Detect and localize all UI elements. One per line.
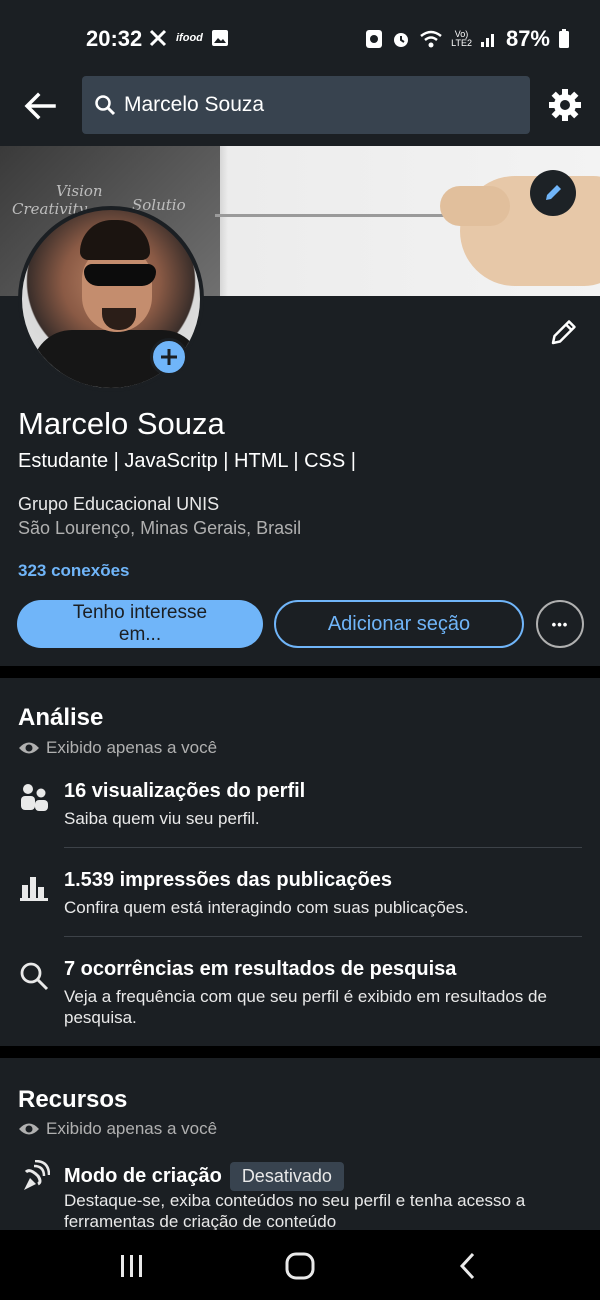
- private-text: Exibido apenas a você: [46, 738, 218, 757]
- profile-company[interactable]: Grupo Educacional UNIS: [18, 494, 219, 515]
- resources-private-label: Exibido apenas a você: [18, 1119, 217, 1139]
- tools-icon: [149, 29, 167, 47]
- battery-percent: 87%: [505, 26, 550, 51]
- search-icon: [20, 962, 49, 991]
- item-subtitle: Destaque-se, exiba conteúdos no seu perf…: [64, 1191, 526, 1230]
- open-to-label-line2: em...: [118, 624, 162, 645]
- item-title: 7 ocorrências em resultados de pesquisa: [64, 958, 457, 980]
- profile-headline: Estudante | JavaScritp | HTML | CSS |: [18, 450, 356, 472]
- pencil-icon: [546, 185, 561, 200]
- section-divider: [0, 666, 600, 678]
- item-subtitle: Saiba quem viu seu perfil.: [64, 809, 260, 828]
- item-title: 1.539 impressões das publicações: [64, 869, 392, 891]
- ifood-icon: ifood: [176, 32, 203, 44]
- add-section-button[interactable]: Adicionar seção: [274, 600, 524, 648]
- home-icon[interactable]: [285, 1252, 315, 1280]
- avatar-glasses: [84, 264, 156, 286]
- item-subtitle: Veja a frequência com que seu perfil é e…: [64, 987, 547, 1027]
- analytics-item-search-appearances[interactable]: 7 ocorrências em resultados de pesquisa …: [18, 958, 582, 1034]
- status-time: 20:32: [86, 26, 143, 51]
- item-subtitle: Confira quem está interagindo com suas p…: [64, 898, 469, 917]
- item-title: Modo de criação Desativado: [64, 1162, 344, 1191]
- volte-icon: Vo) LTE2: [451, 29, 472, 48]
- status-bar: 20:32 ifood Vo) LTE2 87%: [0, 0, 600, 72]
- gallery-icon: [211, 30, 228, 46]
- analytics-title: Análise: [18, 704, 104, 731]
- plus-icon: [161, 349, 177, 365]
- search-input[interactable]: Marcelo Souza: [82, 76, 530, 134]
- eye-icon: [19, 742, 39, 754]
- row-divider: [64, 936, 582, 937]
- open-to-button[interactable]: Tenho interesse em...: [17, 600, 263, 648]
- wifi-icon: [420, 30, 442, 48]
- system-nav-bar: [0, 1230, 600, 1300]
- edit-profile-pencil-icon[interactable]: [548, 316, 580, 348]
- analytics-private-label: Exibido apenas a você: [18, 738, 217, 758]
- battery-icon: [559, 29, 569, 48]
- row-divider: [64, 847, 582, 848]
- eye-icon: [19, 1123, 39, 1135]
- profile-name: Marcelo Souza: [18, 406, 225, 441]
- item-title: 16 visualizações do perfil: [64, 780, 306, 802]
- resources-card: Recursos Exibido apenas a você Modo de c…: [0, 1058, 600, 1230]
- more-options-button[interactable]: •••: [536, 600, 584, 648]
- open-to-label-line1: Tenho interesse: [72, 602, 208, 623]
- resources-title: Recursos: [18, 1086, 128, 1113]
- connections-link[interactable]: 323 conexões: [18, 561, 130, 581]
- private-text: Exibido apenas a você: [46, 1119, 218, 1138]
- analytics-item-impressions[interactable]: 1.539 impressões das publicações Confira…: [18, 869, 582, 923]
- resources-item-creator-mode[interactable]: Modo de criação Desativado Destaque-se, e…: [18, 1158, 582, 1230]
- add-photo-button[interactable]: [150, 338, 188, 376]
- people-icon: [21, 784, 48, 811]
- alarm-icon: [394, 33, 409, 47]
- top-nav: Marcelo Souza: [0, 72, 600, 144]
- signal-icon: [480, 34, 494, 47]
- analytics-card: Análise Exibido apenas a você 16 visuali…: [0, 678, 600, 1046]
- section-divider: [0, 1046, 600, 1058]
- bar-chart-icon: [20, 877, 48, 901]
- edit-banner-button[interactable]: [530, 170, 576, 216]
- search-icon: [95, 95, 116, 116]
- gear-icon[interactable]: [548, 88, 582, 122]
- avatar-hair: [80, 220, 150, 260]
- analytics-item-profile-views[interactable]: 16 visualizações do perfil Saiba quem vi…: [18, 780, 582, 834]
- nfc-icon: [366, 30, 383, 48]
- recents-icon[interactable]: [118, 1254, 146, 1278]
- add-section-label: Adicionar seção: [327, 612, 471, 635]
- creator-mode-title: Modo de criação: [64, 1165, 222, 1187]
- status-badge: Desativado: [229, 1162, 344, 1191]
- profile-location: São Lourenço, Minas Gerais, Brasil: [18, 518, 302, 538]
- satellite-icon: [24, 1160, 50, 1190]
- chalk-word: Vision: [56, 182, 103, 200]
- search-query: Marcelo Souza: [124, 93, 265, 116]
- more-icon: •••: [551, 616, 569, 632]
- banner-finger: [440, 186, 510, 226]
- back-arrow-icon[interactable]: [20, 86, 60, 126]
- back-nav-icon[interactable]: [458, 1252, 478, 1280]
